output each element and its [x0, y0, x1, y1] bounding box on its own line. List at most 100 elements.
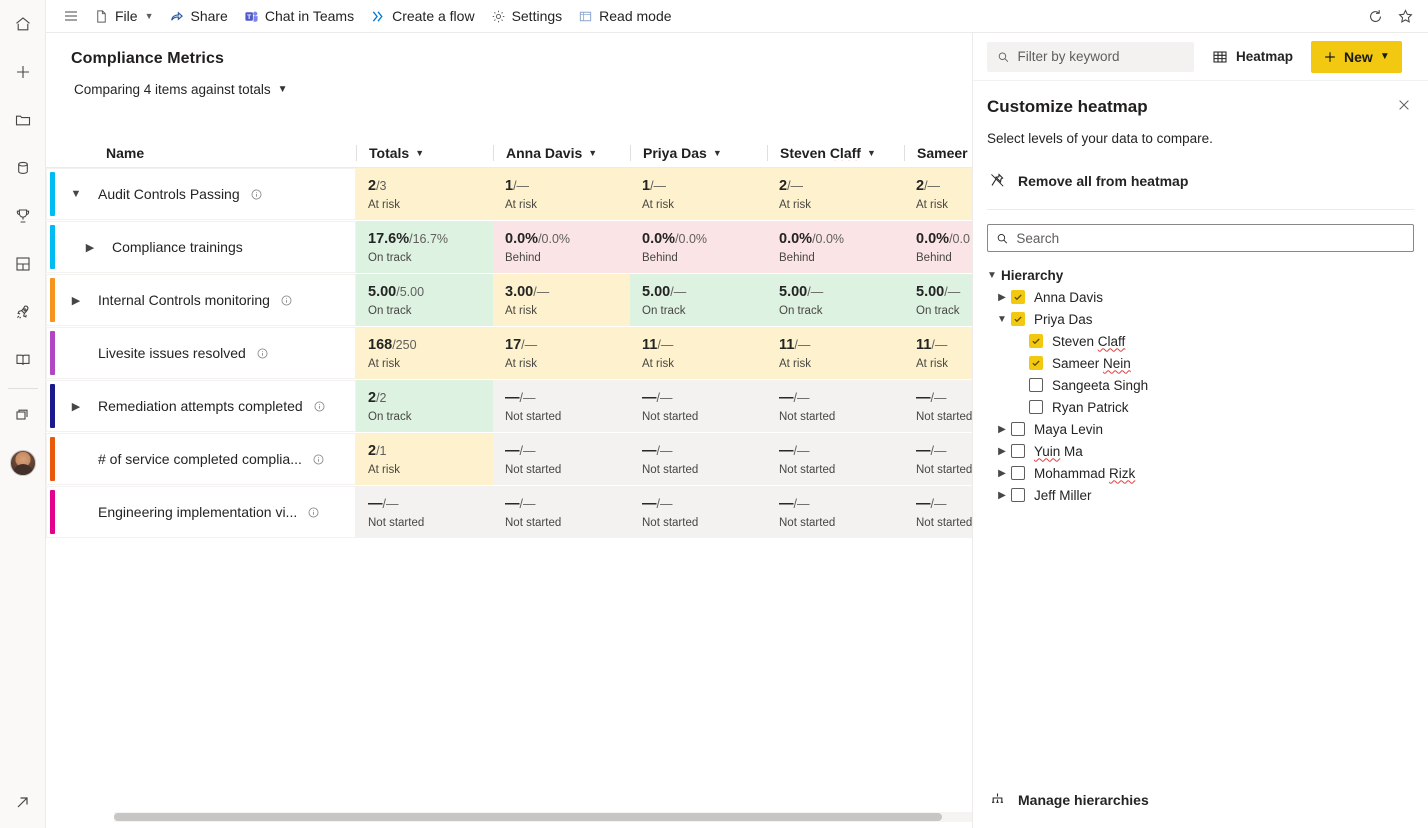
metric-cell[interactable]: 2/3 At risk — [356, 168, 493, 220]
info-icon[interactable] — [280, 294, 293, 307]
read-mode-button[interactable]: Read mode — [570, 1, 679, 31]
metric-cell[interactable]: —/— Not started — [356, 486, 493, 538]
scrollbar-thumb[interactable] — [114, 813, 942, 821]
refresh-icon[interactable] — [1360, 1, 1390, 31]
table-row[interactable]: Livesite issues resolved 168/250 At risk 17… — [46, 327, 972, 379]
info-icon[interactable] — [307, 506, 320, 519]
close-icon[interactable] — [1390, 91, 1418, 119]
metric-cell[interactable]: 168/250 At risk — [356, 327, 493, 379]
metric-cell[interactable]: 11/— At risk — [630, 327, 767, 379]
expand-arrow-icon[interactable] — [3, 782, 43, 822]
tree-node[interactable]: Sameer Nein — [983, 352, 1428, 374]
tree-node-checkbox[interactable] — [1011, 488, 1025, 502]
metric-cell[interactable]: 2/1 At risk — [356, 433, 493, 485]
hierarchy-search-box[interactable] — [987, 224, 1414, 252]
info-icon[interactable] — [313, 400, 326, 413]
chevron-right-icon[interactable]: ▶ — [993, 446, 1011, 457]
metric-cell[interactable]: 2/2 On track — [356, 380, 493, 432]
column-header-steven-claff[interactable]: Steven Claff ▼ — [767, 145, 904, 161]
filter-input[interactable] — [1017, 49, 1184, 64]
compare-selector[interactable]: Comparing 4 items against totals ▼ — [71, 79, 294, 100]
metric-cell[interactable]: 1/— At risk — [493, 168, 630, 220]
metric-cell[interactable]: —/— Not started — [630, 486, 767, 538]
metric-cell[interactable]: —/— Not started — [630, 380, 767, 432]
column-header-priya-das[interactable]: Priya Das ▼ — [630, 145, 767, 161]
metric-cell[interactable]: —/— Not started — [493, 380, 630, 432]
metric-cell[interactable]: 2/— At risk — [904, 168, 972, 220]
chevron-right-icon[interactable]: ▶ — [64, 288, 88, 312]
file-menu-button[interactable]: File ▼ — [86, 1, 161, 31]
table-row[interactable]: Engineering implementation vi... —/— Not s… — [46, 486, 972, 538]
table-row[interactable]: ▶ Internal Controls monitoring 5.00/5.00 On… — [46, 274, 972, 326]
tree-node[interactable]: ▶ Maya Levin — [983, 418, 1428, 440]
chevron-down-icon[interactable]: ▼ — [983, 270, 1001, 281]
dashboard-icon[interactable] — [3, 244, 43, 284]
metric-cell[interactable]: —/— Not started — [493, 486, 630, 538]
tree-node-checkbox[interactable] — [1029, 356, 1043, 370]
chevron-right-icon[interactable]: ▶ — [993, 424, 1011, 435]
table-row[interactable]: # of service completed complia... 2/1 At r… — [46, 433, 972, 485]
metric-cell[interactable]: —/— Not started — [767, 486, 904, 538]
metric-cell[interactable]: 11/— At risk — [767, 327, 904, 379]
info-icon[interactable] — [256, 347, 269, 360]
filter-by-keyword-box[interactable] — [987, 41, 1194, 72]
tree-node[interactable]: Ryan Patrick — [983, 396, 1428, 418]
tree-node-checkbox[interactable] — [1011, 466, 1025, 480]
metric-cell[interactable]: 2/— At risk — [767, 168, 904, 220]
row-name-cell[interactable]: # of service completed complia... — [46, 433, 356, 485]
chevron-right-icon[interactable]: ▶ — [993, 490, 1011, 501]
tree-node-checkbox[interactable] — [1011, 312, 1025, 326]
tree-node-checkbox[interactable] — [1029, 400, 1043, 414]
row-name-cell[interactable]: Livesite issues resolved — [46, 327, 356, 379]
tree-node-checkbox[interactable] — [1011, 290, 1025, 304]
metric-cell[interactable]: 5.00/— On track — [630, 274, 767, 326]
tree-node[interactable]: Sangeeta Singh — [983, 374, 1428, 396]
tree-node-checkbox[interactable] — [1011, 422, 1025, 436]
hamburger-icon[interactable] — [56, 1, 86, 31]
rocket-icon[interactable] — [3, 292, 43, 332]
metric-cell[interactable]: 5.00/5.00 On track — [356, 274, 493, 326]
row-name-cell[interactable]: ▶ Compliance trainings — [46, 221, 356, 273]
metric-cell[interactable]: 5.00/— On track — [904, 274, 972, 326]
row-name-cell[interactable]: ▶ Internal Controls monitoring — [46, 274, 356, 326]
database-icon[interactable] — [3, 148, 43, 188]
remove-all-from-heatmap-button[interactable]: Remove all from heatmap — [987, 166, 1414, 195]
book-icon[interactable] — [3, 340, 43, 380]
chevron-right-icon[interactable]: ▶ — [64, 394, 88, 418]
chat-in-teams-button[interactable]: T Chat in Teams — [236, 1, 362, 31]
settings-button[interactable]: Settings — [483, 1, 571, 31]
tree-node-checkbox[interactable] — [1029, 378, 1043, 392]
tree-node[interactable]: Steven Claff — [983, 330, 1428, 352]
chevron-right-icon[interactable]: ▶ — [78, 235, 102, 259]
plus-icon[interactable] — [3, 52, 43, 92]
folder-icon[interactable] — [3, 100, 43, 140]
info-icon[interactable] — [250, 188, 263, 201]
metric-cell[interactable]: 0.0%/0.0% Behind — [493, 221, 630, 273]
row-name-cell[interactable]: ▶ Remediation attempts completed — [46, 380, 356, 432]
home-icon[interactable] — [3, 4, 43, 44]
info-icon[interactable] — [312, 453, 325, 466]
metric-cell[interactable]: —/— Not started — [767, 380, 904, 432]
column-header-sameer[interactable]: Sameer▼ — [904, 145, 972, 161]
tree-root-node[interactable]: ▼ Hierarchy — [983, 264, 1428, 286]
tree-node[interactable]: ▶ Mohammad Rizk — [983, 462, 1428, 484]
metric-cell[interactable]: —/— Not started — [904, 433, 972, 485]
metric-cell[interactable]: —/— Not started — [904, 486, 972, 538]
column-header-anna-davis[interactable]: Anna Davis ▼ — [493, 145, 630, 161]
tree-node[interactable]: ▶ Anna Davis — [983, 286, 1428, 308]
metric-cell[interactable]: 3.00/— At risk — [493, 274, 630, 326]
column-header-totals[interactable]: Totals ▼ — [356, 145, 493, 161]
avatar[interactable] — [3, 443, 43, 483]
metric-cell[interactable]: 17/— At risk — [493, 327, 630, 379]
star-icon[interactable] — [1390, 1, 1420, 31]
row-name-cell[interactable]: ▼ Audit Controls Passing — [46, 168, 356, 220]
metric-cell[interactable]: 5.00/— On track — [767, 274, 904, 326]
metric-cell[interactable]: 1/— At risk — [630, 168, 767, 220]
heatmap-button[interactable]: Heatmap — [1204, 42, 1301, 72]
chevron-down-icon[interactable]: ▼ — [64, 182, 88, 206]
chevron-right-icon[interactable]: ▶ — [993, 468, 1011, 479]
chevron-down-icon[interactable]: ▼ — [993, 314, 1011, 325]
tree-node[interactable]: ▶ Yuin Ma — [983, 440, 1428, 462]
metric-cell[interactable]: —/— Not started — [493, 433, 630, 485]
create-a-flow-button[interactable]: Create a flow — [362, 1, 482, 31]
